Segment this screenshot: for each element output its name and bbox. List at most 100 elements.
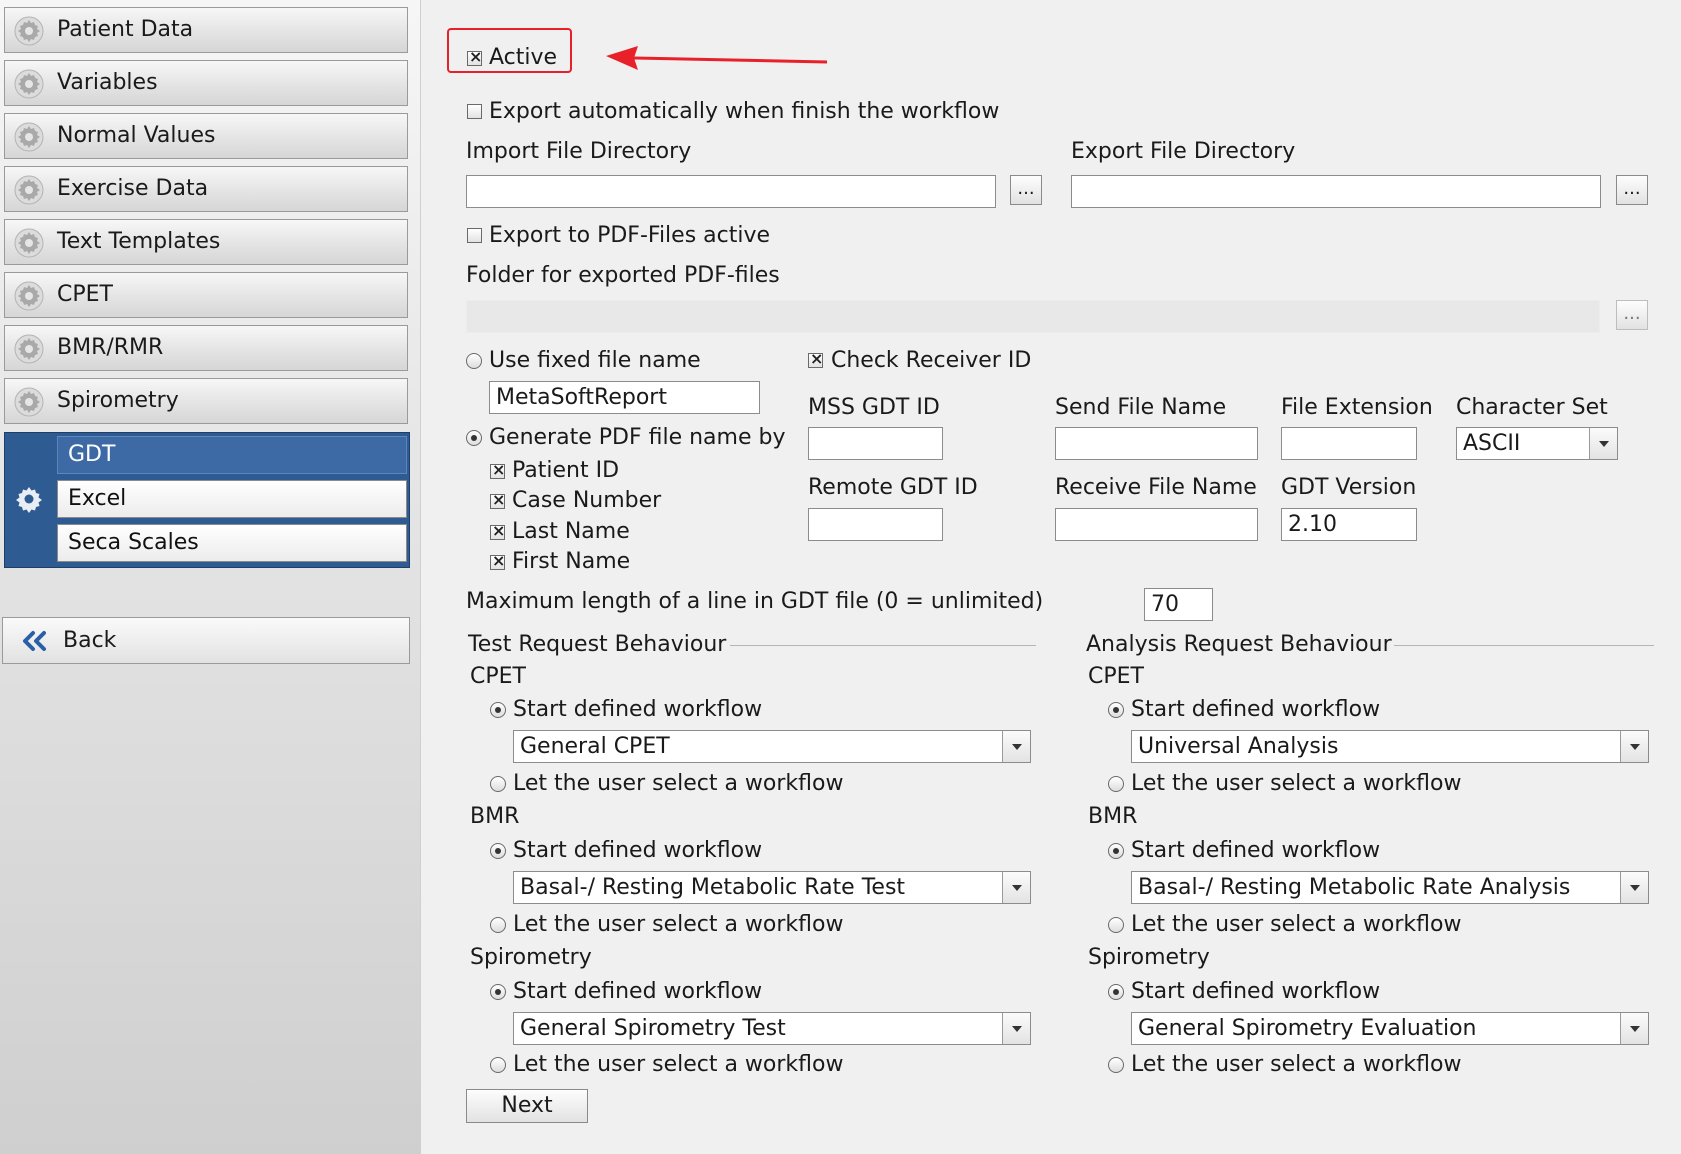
annotation-arrow-icon <box>606 46 828 70</box>
test-spirometry-start-label: Start defined workflow <box>513 979 763 1004</box>
test-spirometry-heading: Spirometry <box>470 945 592 970</box>
gear-icon <box>13 174 45 206</box>
sidebar-item-cpet[interactable]: CPET <box>4 272 408 318</box>
analysis-cpet-start-label: Start defined workflow <box>1131 697 1381 722</box>
import-dir-input[interactable] <box>466 175 996 208</box>
gear-icon <box>13 68 45 100</box>
import-dir-browse-button[interactable]: ... <box>1010 175 1042 205</box>
test-spirometry-user-radio[interactable] <box>490 1057 506 1073</box>
test-bmr-start-label: Start defined workflow <box>513 838 763 863</box>
last-name-checkbox[interactable] <box>490 521 505 540</box>
analysis-cpet-heading: CPET <box>1088 664 1144 689</box>
analysis-spirometry-workflow-select[interactable]: General Spirometry Evaluation <box>1131 1012 1649 1045</box>
test-spirometry-user-label: Let the user select a workflow <box>513 1052 844 1077</box>
gdt-version-label: GDT Version <box>1281 475 1417 500</box>
mss-gdt-id-input[interactable] <box>808 427 943 460</box>
analysis-cpet-workflow-value: Universal Analysis <box>1138 734 1339 759</box>
generate-name-radio[interactable] <box>466 430 482 446</box>
fixed-name-radio[interactable] <box>466 353 482 369</box>
gear-icon <box>13 280 45 312</box>
sidebar-item-patient-data[interactable]: Patient Data <box>4 7 408 53</box>
analysis-spirometry-start-label: Start defined workflow <box>1131 979 1381 1004</box>
export-dir-label: Export File Directory <box>1071 139 1296 164</box>
remote-gdt-id-input[interactable] <box>808 508 943 541</box>
analysis-spirometry-user-label: Let the user select a workflow <box>1131 1052 1462 1077</box>
receive-file-name-input[interactable] <box>1055 508 1258 541</box>
sidebar-item-bmr-rmr[interactable]: BMR/RMR <box>4 325 408 371</box>
chevron-down-icon <box>1002 872 1030 903</box>
sidebar-item-label: Normal Values <box>57 123 216 148</box>
import-dir-label: Import File Directory <box>466 139 692 164</box>
test-cpet-workflow-value: General CPET <box>520 734 670 759</box>
test-bmr-start-radio[interactable] <box>490 843 506 859</box>
analysis-cpet-start-radio[interactable] <box>1108 702 1124 718</box>
export-auto-checkbox[interactable] <box>467 104 482 119</box>
send-file-name-input[interactable] <box>1055 427 1258 460</box>
sidebar-subitem-excel[interactable]: Excel <box>57 480 407 518</box>
patient-id-checkbox[interactable] <box>490 460 505 479</box>
export-dir-input[interactable] <box>1071 175 1601 208</box>
analysis-spirometry-user-radio[interactable] <box>1108 1057 1124 1073</box>
back-button[interactable]: Back <box>2 617 410 664</box>
chevron-down-icon <box>1620 731 1648 762</box>
analysis-bmr-workflow-select[interactable]: Basal-/ Resting Metabolic Rate Analysis <box>1131 871 1649 904</box>
max-line-input[interactable]: 70 <box>1144 588 1213 621</box>
test-cpet-workflow-select[interactable]: General CPET <box>513 730 1031 763</box>
first-name-checkbox[interactable] <box>490 551 505 570</box>
sidebar-item-exercise-data[interactable]: Exercise Data <box>4 166 408 212</box>
analysis-bmr-heading: BMR <box>1088 804 1138 829</box>
group-divider <box>730 645 1036 646</box>
file-extension-input[interactable] <box>1281 427 1417 460</box>
sidebar-item-text-templates[interactable]: Text Templates <box>4 219 408 265</box>
case-number-label: Case Number <box>512 488 662 513</box>
check-receiver-checkbox[interactable] <box>808 349 823 368</box>
active-checkbox[interactable] <box>467 47 482 66</box>
sidebar-item-normal-values[interactable]: Normal Values <box>4 113 408 159</box>
chevron-down-icon <box>1002 1013 1030 1044</box>
test-cpet-heading: CPET <box>470 664 526 689</box>
sidebar-item-label: Exercise Data <box>57 176 209 201</box>
gear-icon <box>13 333 45 365</box>
pdf-folder-input[interactable] <box>466 300 1600 333</box>
sidebar-subitem-seca-scales[interactable]: Seca Scales <box>57 524 407 562</box>
analysis-bmr-user-radio[interactable] <box>1108 917 1124 933</box>
test-spirometry-start-radio[interactable] <box>490 984 506 1000</box>
gear-icon <box>13 227 45 259</box>
test-bmr-heading: BMR <box>470 804 520 829</box>
test-cpet-start-radio[interactable] <box>490 702 506 718</box>
max-line-label: Maximum length of a line in GDT file (0 … <box>466 589 1044 614</box>
fixed-name-input[interactable]: MetaSoftReport <box>489 381 760 414</box>
test-cpet-user-label: Let the user select a workflow <box>513 771 844 796</box>
sidebar-item-spirometry[interactable]: Spirometry <box>4 378 408 424</box>
analysis-spirometry-start-radio[interactable] <box>1108 984 1124 1000</box>
sidebar-subitem-gdt[interactable]: GDT <box>57 436 407 474</box>
gdt-version-input[interactable]: 2.10 <box>1281 508 1417 541</box>
test-bmr-workflow-select[interactable]: Basal-/ Resting Metabolic Rate Test <box>513 871 1031 904</box>
sidebar-item-variables[interactable]: Variables <box>4 60 408 106</box>
analysis-cpet-user-radio[interactable] <box>1108 776 1124 792</box>
case-number-checkbox[interactable] <box>490 490 505 509</box>
sidebar-item-label: Spirometry <box>57 388 179 413</box>
analysis-bmr-start-radio[interactable] <box>1108 843 1124 859</box>
chevron-down-icon <box>1002 731 1030 762</box>
pdf-folder-browse-button[interactable]: ... <box>1616 300 1648 330</box>
first-name-label: First Name <box>512 549 631 574</box>
sidebar-item-label: CPET <box>57 282 113 307</box>
analysis-cpet-workflow-select[interactable]: Universal Analysis <box>1131 730 1649 763</box>
test-spirometry-workflow-select[interactable]: General Spirometry Test <box>513 1012 1031 1045</box>
sidebar-item-label: Text Templates <box>57 229 221 254</box>
export-dir-browse-button[interactable]: ... <box>1616 175 1648 205</box>
test-cpet-user-radio[interactable] <box>490 776 506 792</box>
charset-select[interactable]: ASCII <box>1456 427 1618 460</box>
back-label: Back <box>63 628 117 653</box>
double-chevron-left-icon <box>23 631 46 651</box>
test-bmr-workflow-value: Basal-/ Resting Metabolic Rate Test <box>520 875 906 900</box>
sidebar-group-interfaces: GDT Excel Seca Scales <box>4 432 410 568</box>
test-bmr-user-radio[interactable] <box>490 917 506 933</box>
chevron-down-icon <box>1620 872 1648 903</box>
pdf-folder-label: Folder for exported PDF-files <box>466 263 780 288</box>
export-pdf-checkbox[interactable] <box>467 228 482 243</box>
analysis-bmr-workflow-value: Basal-/ Resting Metabolic Rate Analysis <box>1138 875 1571 900</box>
next-button[interactable]: Next <box>466 1089 588 1123</box>
analysis-bmr-user-label: Let the user select a workflow <box>1131 912 1462 937</box>
